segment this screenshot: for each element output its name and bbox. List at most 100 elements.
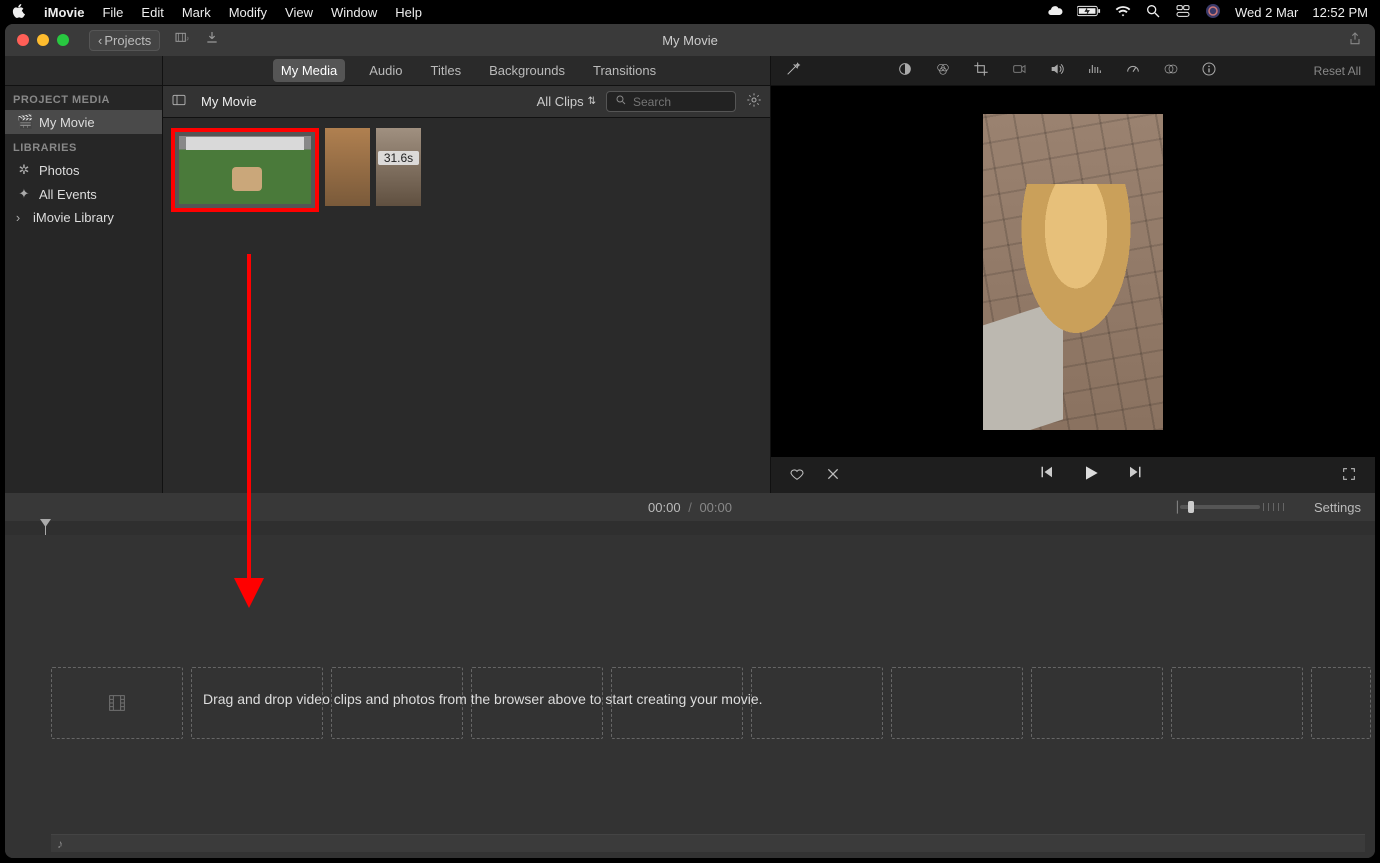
menu-help[interactable]: Help bbox=[395, 5, 422, 20]
back-label: Projects bbox=[104, 33, 151, 48]
clip-thumbnail-1[interactable] bbox=[171, 128, 319, 212]
window-titlebar: ‹ Projects ♪ My Movie bbox=[5, 24, 1375, 56]
preview-frame bbox=[983, 114, 1163, 430]
prev-frame-button[interactable] bbox=[1037, 463, 1055, 488]
menu-mark[interactable]: Mark bbox=[182, 5, 211, 20]
search-input[interactable] bbox=[633, 95, 723, 109]
timeline-slot[interactable] bbox=[51, 667, 183, 739]
sidebar-item-imovie-library[interactable]: › iMovie Library bbox=[5, 206, 162, 229]
color-balance-icon[interactable] bbox=[897, 61, 913, 80]
timeline-ruler[interactable] bbox=[5, 521, 1375, 535]
apple-menu-icon[interactable] bbox=[12, 4, 26, 21]
search-field[interactable] bbox=[606, 91, 736, 112]
music-note-icon: ♪ bbox=[57, 837, 63, 851]
timeline-settings-button[interactable]: Settings bbox=[1314, 500, 1361, 515]
menu-modify[interactable]: Modify bbox=[229, 5, 267, 20]
menubar-date[interactable]: Wed 2 Mar bbox=[1235, 5, 1298, 20]
media-browser: My Media Audio Titles Backgrounds Transi… bbox=[163, 56, 771, 493]
reset-all-button[interactable]: Reset All bbox=[1314, 64, 1361, 78]
window-close-button[interactable] bbox=[17, 34, 29, 46]
timecode-separator: / bbox=[688, 500, 692, 515]
timecode-total: 00:00 bbox=[699, 500, 732, 515]
window-zoom-button[interactable] bbox=[57, 34, 69, 46]
menu-file[interactable]: File bbox=[102, 5, 123, 20]
sidebar-item-label: Photos bbox=[39, 163, 79, 178]
menu-window[interactable]: Window bbox=[331, 5, 377, 20]
sidebar-item-my-movie[interactable]: 🎬 My Movie bbox=[5, 110, 162, 134]
fullscreen-icon[interactable] bbox=[1341, 466, 1357, 485]
updown-icon: ⇅ bbox=[588, 96, 596, 107]
color-correction-icon[interactable] bbox=[935, 61, 951, 80]
tab-backgrounds[interactable]: Backgrounds bbox=[485, 59, 569, 82]
star-icon: ✦ bbox=[17, 186, 31, 202]
timeline[interactable]: Drag and drop video clips and photos fro… bbox=[5, 521, 1375, 858]
playhead[interactable] bbox=[45, 521, 46, 535]
preview-canvas[interactable] bbox=[771, 86, 1375, 457]
crop-icon[interactable] bbox=[973, 61, 989, 80]
timeline-zoom-slider[interactable]: ⎹ bbox=[1165, 499, 1285, 515]
enhance-wand-icon[interactable] bbox=[785, 61, 801, 80]
menu-view[interactable]: View bbox=[285, 5, 313, 20]
sidebar-item-all-events[interactable]: ✦ All Events bbox=[5, 182, 162, 206]
chevron-left-icon: ‹ bbox=[98, 33, 102, 48]
clip-grid: 31.6s bbox=[163, 118, 770, 493]
sidebar-item-photos[interactable]: ✲ Photos bbox=[5, 158, 162, 182]
menu-edit[interactable]: Edit bbox=[141, 5, 163, 20]
timeline-slot[interactable] bbox=[891, 667, 1023, 739]
timeline-slot[interactable] bbox=[751, 667, 883, 739]
stabilization-icon[interactable] bbox=[1011, 61, 1027, 80]
timecode-current: 00:00 bbox=[648, 500, 681, 515]
browser-tabs: My Media Audio Titles Backgrounds Transi… bbox=[163, 56, 770, 86]
reject-x-icon[interactable] bbox=[825, 466, 841, 485]
clip-filter-dropdown[interactable]: All Clips ⇅ bbox=[537, 94, 596, 109]
spotlight-icon[interactable] bbox=[1145, 3, 1161, 22]
timeline-slot[interactable] bbox=[1171, 667, 1303, 739]
clip-duration-label: 31.6s bbox=[378, 151, 419, 165]
app-name[interactable]: iMovie bbox=[44, 5, 84, 20]
next-frame-button[interactable] bbox=[1127, 463, 1145, 488]
volume-icon[interactable] bbox=[1049, 61, 1065, 80]
timeline-audio-track[interactable]: ♪ bbox=[51, 834, 1365, 852]
import-download-icon[interactable] bbox=[204, 30, 220, 50]
window-minimize-button[interactable] bbox=[37, 34, 49, 46]
search-icon bbox=[615, 94, 627, 109]
sidebar-toggle-icon[interactable] bbox=[171, 92, 187, 111]
tab-my-media[interactable]: My Media bbox=[273, 59, 345, 82]
sidebar-item-label: iMovie Library bbox=[33, 210, 114, 225]
share-button[interactable] bbox=[1347, 31, 1363, 50]
svg-text:♪: ♪ bbox=[186, 36, 189, 43]
browser-title: My Movie bbox=[201, 94, 257, 109]
play-button[interactable] bbox=[1081, 463, 1101, 488]
tab-audio[interactable]: Audio bbox=[365, 59, 406, 82]
tab-titles[interactable]: Titles bbox=[427, 59, 466, 82]
battery-icon[interactable] bbox=[1077, 5, 1101, 20]
browser-settings-icon[interactable] bbox=[746, 92, 762, 111]
back-to-projects-button[interactable]: ‹ Projects bbox=[89, 30, 160, 51]
control-center-icon[interactable] bbox=[1175, 3, 1191, 22]
filter-label: All Clips bbox=[537, 94, 584, 109]
info-icon[interactable] bbox=[1201, 61, 1217, 80]
favorite-heart-icon[interactable] bbox=[789, 466, 805, 485]
creative-cloud-icon[interactable] bbox=[1047, 3, 1063, 22]
window-title: My Movie bbox=[662, 33, 718, 48]
flower-icon: ✲ bbox=[17, 162, 31, 178]
timeline-drop-hint: Drag and drop video clips and photos fro… bbox=[203, 691, 763, 707]
clip-filter-icon[interactable] bbox=[1163, 61, 1179, 80]
tab-transitions[interactable]: Transitions bbox=[589, 59, 660, 82]
siri-icon[interactable] bbox=[1205, 3, 1221, 22]
libraries-header: LIBRARIES bbox=[5, 134, 162, 158]
clip-thumbnail-2[interactable] bbox=[325, 128, 370, 206]
sidebar-item-label: My Movie bbox=[39, 115, 95, 130]
timeline-header: 00:00 / 00:00 ⎹ Settings bbox=[5, 493, 1375, 521]
timeline-slot[interactable] bbox=[1311, 667, 1371, 739]
clip-thumbnail-3[interactable]: 31.6s bbox=[376, 128, 421, 206]
menubar-time[interactable]: 12:52 PM bbox=[1312, 5, 1368, 20]
media-import-icon[interactable]: ♪ bbox=[174, 30, 190, 50]
project-sidebar: PROJECT MEDIA 🎬 My Movie LIBRARIES ✲ Pho… bbox=[5, 56, 163, 493]
noise-equalizer-icon[interactable] bbox=[1087, 61, 1103, 80]
sidebar-item-label: All Events bbox=[39, 187, 97, 202]
wifi-icon[interactable] bbox=[1115, 3, 1131, 22]
speed-icon[interactable] bbox=[1125, 61, 1141, 80]
timeline-slot[interactable] bbox=[1031, 667, 1163, 739]
project-media-header: PROJECT MEDIA bbox=[5, 86, 162, 110]
